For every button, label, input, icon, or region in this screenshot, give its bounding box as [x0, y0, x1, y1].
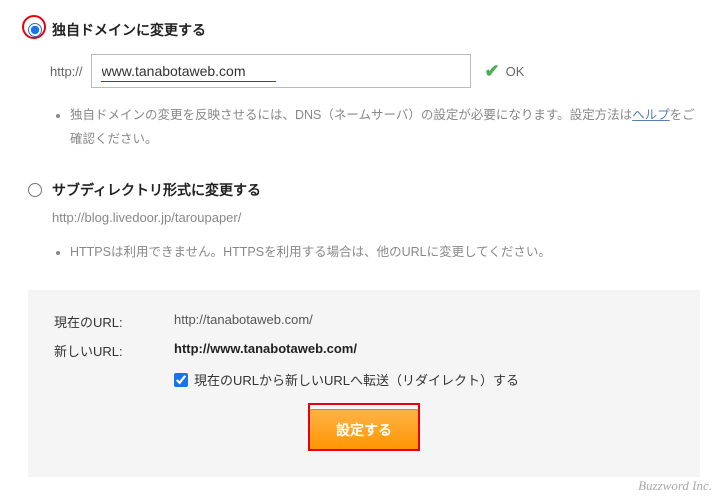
check-icon: ✔	[485, 61, 500, 82]
protocol-label: http://	[50, 64, 83, 79]
option-custom-domain: 独自ドメインに変更する http:// ✔ OK 独自ドメインの変更を反映させる…	[28, 20, 700, 152]
url-summary-panel: 現在のURL: http://tanabotaweb.com/ 新しいURL: …	[28, 290, 700, 477]
domain-input[interactable]	[91, 54, 471, 88]
subdirectory-url: http://blog.livedoor.jp/taroupaper/	[28, 210, 700, 225]
radio-subdirectory-label: サブディレクトリ形式に変更する	[52, 180, 261, 200]
current-url-val: http://tanabotaweb.com/	[174, 312, 313, 331]
ok-text: OK	[506, 64, 525, 79]
redirect-label: 現在のURLから新しいURLへ転送（リダイレクト）する	[194, 370, 519, 389]
help-link[interactable]: ヘルプ	[632, 108, 670, 122]
https-note: HTTPSは利用できません。HTTPSを利用する場合は、他のURLに変更してくだ…	[70, 241, 700, 265]
new-url-key: 新しいURL:	[54, 341, 174, 360]
submit-button[interactable]: 設定する	[309, 409, 419, 451]
radio-custom-domain[interactable]	[28, 23, 42, 37]
footer-brand: Buzzword Inc.	[638, 478, 712, 494]
option-subdirectory: サブディレクトリ形式に変更する http://blog.livedoor.jp/…	[28, 180, 700, 265]
ok-indicator: ✔ OK	[485, 61, 525, 82]
redirect-checkbox[interactable]	[174, 373, 188, 387]
new-url-val: http://www.tanabotaweb.com/	[174, 341, 357, 360]
radio-custom-domain-label: 独自ドメインに変更する	[52, 20, 206, 40]
current-url-key: 現在のURL:	[54, 312, 174, 331]
radio-subdirectory[interactable]	[28, 183, 42, 197]
dns-note: 独自ドメインの変更を反映させるには、DNS（ネームサーバ）の設定が必要になります…	[70, 104, 700, 152]
